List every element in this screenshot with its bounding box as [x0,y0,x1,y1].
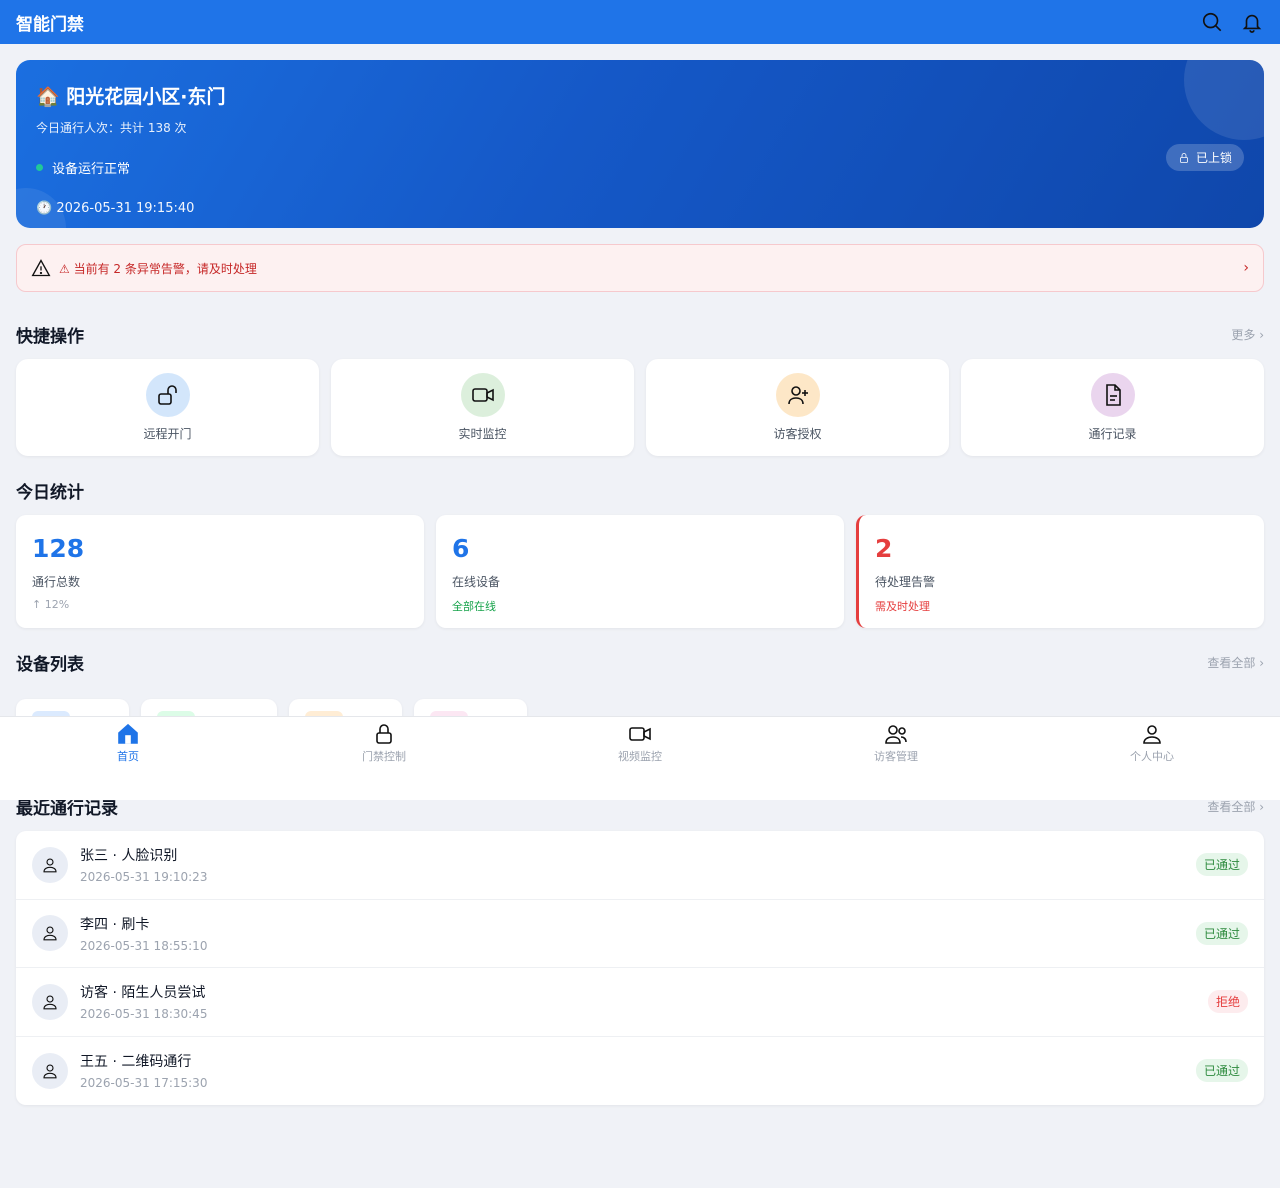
bottom-tab-bar: 首页 门禁控制 视频监控 访客管理 个人中心 [0,716,1280,800]
user-plus-icon [775,373,820,417]
home-icon [118,723,138,744]
record-time: 2026-05-31 17:15:30 [80,1076,208,1091]
app-title: 智能门禁 [16,14,84,35]
status-badge: 已通过 [1195,1059,1248,1083]
document-icon [1090,373,1135,417]
quick-actions-title: 快捷操作 [16,327,84,347]
bell-icon[interactable] [1240,10,1264,34]
user-icon [32,846,68,883]
records-list: 张三 · 人脸识别 2026-05-31 19:10:23 已通过 李四 · 刷… [16,831,1264,1105]
record-name: 访客 · 陌生人员尝试 [80,985,206,1002]
tab-label: 访客管理 [874,750,918,763]
quick-action-visitor-auth[interactable]: 访客授权 [646,359,949,456]
tab-visitors[interactable]: 访客管理 [768,717,1024,800]
tab-home[interactable]: 首页 [0,717,256,800]
users-icon [885,725,907,744]
record-time: 2026-05-31 19:10:23 [80,870,208,885]
quick-action-label: 访客授权 [773,427,822,441]
stat-trend: ↑ 12% [32,598,70,611]
alert-text: ⚠ 当前有 2 条异常告警，请及时处理 [59,261,257,276]
list-item[interactable]: 张三 · 人脸识别 2026-05-31 19:10:23 已通过 [16,831,1264,900]
quick-action-label: 通行记录 [1088,427,1137,441]
quick-action-label: 远程开门 [143,427,192,441]
user-icon [32,983,68,1020]
stat-note: 需及时处理 [875,600,930,613]
status-badge: 已通过 [1195,921,1248,945]
tab-label: 视频监控 [618,750,662,763]
stat-value: 128 [32,534,85,563]
lock-icon [1180,152,1188,163]
record-name: 王五 · 二维码通行 [80,1054,192,1071]
gate-title: 🏠 阳光花园小区·东门 [36,86,226,108]
record-time: 2026-05-31 18:30:45 [80,1007,208,1022]
stat-label: 在线设备 [452,575,501,589]
tab-profile[interactable]: 个人中心 [1024,717,1280,800]
tab-label: 首页 [117,750,139,763]
stat-note: 全部在线 [452,600,496,613]
video-icon [460,373,505,417]
lock-icon [376,724,392,744]
unlock-icon [145,373,190,417]
devices-title: 设备列表 [16,655,84,675]
device-status: 设备运行正常 [36,158,1244,177]
quick-actions-more-link[interactable]: 更多 › [1231,326,1264,343]
list-item[interactable]: 访客 · 陌生人员尝试 2026-05-31 18:30:45 拒绝 [16,968,1264,1037]
today-passes-text: 今日通行人次：共计 138 次 [36,121,187,135]
record-name: 李四 · 刷卡 [80,916,150,933]
current-time: 🕐 2026-05-31 19:15:40 [36,201,195,216]
community-hero-card: 🏠 阳光花园小区·东门 今日通行人次：共计 138 次 设备运行正常 🕐 202… [16,60,1264,228]
stats-title: 今日统计 [16,483,84,503]
lock-status-label: 已上锁 [1195,151,1232,165]
list-item[interactable]: 王五 · 二维码通行 2026-05-31 17:15:30 已通过 [16,1037,1264,1106]
devices-more-link[interactable]: 查看全部 › [1207,654,1264,671]
record-time: 2026-05-31 18:55:10 [80,938,208,953]
user-icon [32,915,68,952]
quick-action-remote-open[interactable]: 远程开门 [16,359,319,456]
quick-action-live-monitor[interactable]: 实时监控 [331,359,634,456]
quick-action-label: 实时监控 [458,427,507,441]
user-icon [1143,725,1161,744]
tab-access-control[interactable]: 门禁控制 [256,717,512,800]
video-icon [629,727,651,741]
stat-value: 6 [452,534,470,563]
stat-label: 通行总数 [32,575,81,589]
records-more-link[interactable]: 查看全部 › [1207,798,1264,815]
top-bar: 智能门禁 [0,0,1280,44]
search-icon[interactable] [1200,10,1224,34]
lock-status-button[interactable]: 已上锁 [1165,144,1244,171]
status-badge: 拒绝 [1207,990,1248,1014]
stat-card-devices: 6 在线设备 全部在线 [436,515,844,628]
status-dot [36,164,43,171]
list-item[interactable]: 李四 · 刷卡 2026-05-31 18:55:10 已通过 [16,900,1264,968]
quick-action-records[interactable]: 通行记录 [961,359,1264,456]
stat-value: 2 [875,534,893,563]
tab-label: 个人中心 [1130,750,1174,763]
stat-card-alerts[interactable]: 2 待处理告警 需及时处理 [856,515,1264,628]
record-name: 张三 · 人脸识别 [80,848,178,865]
warning-triangle-icon [31,258,51,278]
chevron-right-icon: › [1243,260,1249,276]
stat-card-total: 128 通行总数 ↑ 12% [16,515,424,628]
status-badge: 已通过 [1195,853,1248,877]
tab-label: 门禁控制 [362,750,406,763]
tab-video[interactable]: 视频监控 [512,717,768,800]
user-icon [32,1052,68,1089]
device-status-label: 设备运行正常 [52,162,131,177]
stat-label: 待处理告警 [875,575,936,589]
alert-banner[interactable]: ⚠ 当前有 2 条异常告警，请及时处理 › [16,244,1264,292]
